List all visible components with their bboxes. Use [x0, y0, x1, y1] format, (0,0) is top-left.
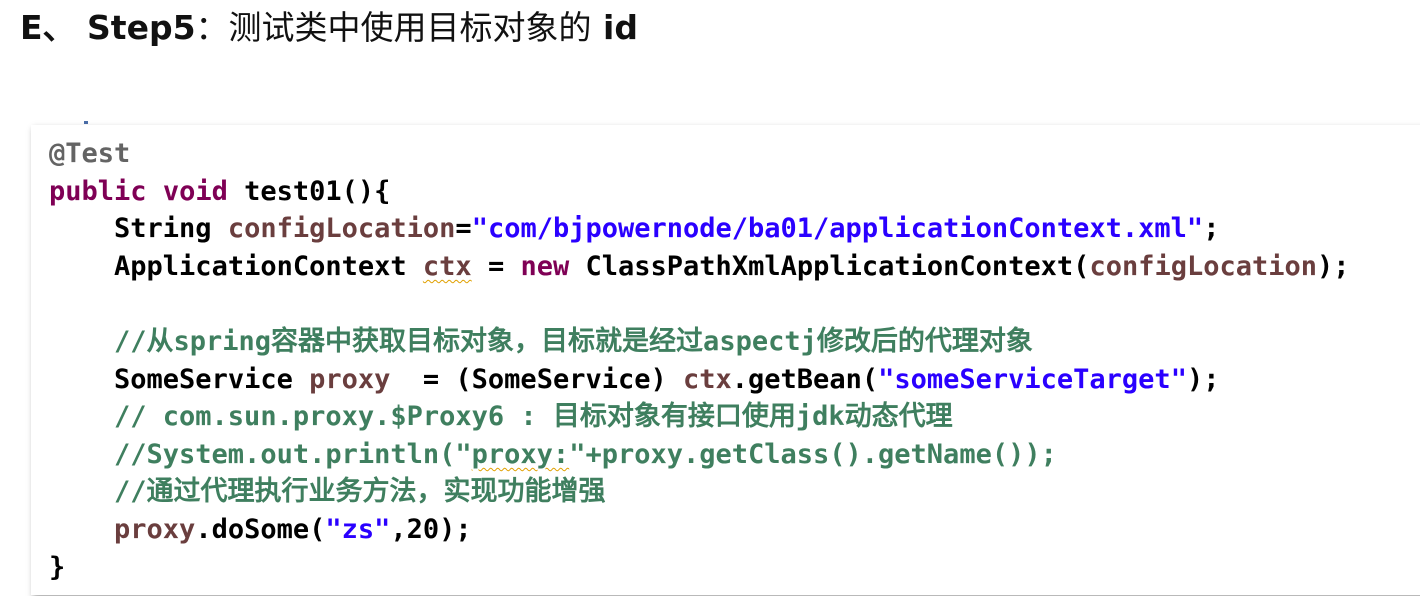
code-line-2: public void test01(){ — [49, 173, 1350, 211]
dosome-args: ,20); — [390, 513, 472, 545]
var-ctx: ctx — [422, 250, 472, 282]
code-comment-3: //System.out.println("proxy:"+proxy.getC… — [49, 436, 1350, 474]
heading-title: 测试类中使用目标对象的 id — [229, 8, 638, 47]
getbean-call: .getBean( — [731, 363, 879, 395]
var-proxy: proxy — [309, 363, 391, 395]
comment-3-proxy: proxy: — [471, 438, 570, 470]
code-comment-4: //通过代理执行业务方法，实现功能增强 — [114, 476, 606, 508]
dosome-call: .doSome( — [195, 513, 326, 545]
close-paren-semicolon: ); — [1317, 250, 1350, 282]
string-config-path: "com/bjpowernode/ba01/applicationContext… — [471, 213, 1204, 245]
code-line-getbean: SomeService proxy = (SomeService) ctx.ge… — [49, 361, 1350, 399]
heading-prefix: E、 — [20, 8, 88, 47]
code-block: @Test public void test01(){ String confi… — [31, 125, 1420, 595]
var-config-location-arg: configLocation — [1089, 250, 1318, 282]
code-line-close: } — [49, 549, 1350, 587]
code-line-dosome: proxy.doSome("zs",20); — [49, 511, 1350, 549]
cast-expression: = (SomeService) — [390, 363, 683, 395]
annotation-test: @Test — [49, 138, 131, 169]
method-signature: test01(){ — [244, 175, 391, 207]
code-comment-1: //从spring容器中获取目标对象，目标就是经过aspectj修改后的代理对象 — [114, 325, 1033, 357]
comment-3-prefix: //System.out.println(" — [114, 438, 472, 470]
close-brace: } — [49, 551, 66, 583]
semicolon: ; — [1203, 213, 1220, 245]
string-zs: "zs" — [325, 513, 391, 545]
code-line-4: ApplicationContext ctx = new ClassPathXm… — [49, 248, 1350, 286]
type-string: String — [114, 213, 212, 245]
code-comment-2: // com.sun.proxy.$Proxy6 : 目标对象有接口使用jdk动… — [114, 401, 953, 433]
assign-op-spaced: = — [471, 250, 521, 282]
decorative-dot — [84, 121, 88, 124]
class-impl: ClassPathXmlApplicationContext( — [585, 250, 1090, 282]
heading-step: Step5 — [87, 8, 196, 47]
comment-3-suffix: "+proxy.getClass().getName()); — [569, 438, 1057, 470]
keyword-void: void — [162, 175, 228, 207]
code-line-3: String configLocation="com/bjpowernode/b… — [49, 210, 1350, 248]
keyword-public: public — [49, 175, 147, 207]
code-content: @Test public void test01(){ String confi… — [49, 135, 1350, 586]
heading-title-cn: 测试类中使用目标对象的 — [228, 8, 592, 47]
var-proxy-ref: proxy — [114, 513, 196, 545]
page-title: E、 Step5：测试类中使用目标对象的 id — [20, 6, 638, 50]
var-config-location: configLocation — [227, 213, 456, 245]
heading-title-id: id — [591, 8, 638, 47]
string-bean-id: "someServiceTarget" — [878, 363, 1187, 395]
type-application-context: ApplicationContext — [114, 250, 407, 282]
keyword-new: new — [520, 250, 570, 282]
code-line-1: @Test — [49, 135, 1350, 173]
var-ctx-ref: ctx — [683, 363, 732, 395]
close-paren-semicolon-2: ); — [1186, 363, 1220, 395]
heading-colon: ： — [195, 8, 229, 47]
type-someservice: SomeService — [114, 363, 293, 395]
assign-op: = — [455, 213, 472, 245]
